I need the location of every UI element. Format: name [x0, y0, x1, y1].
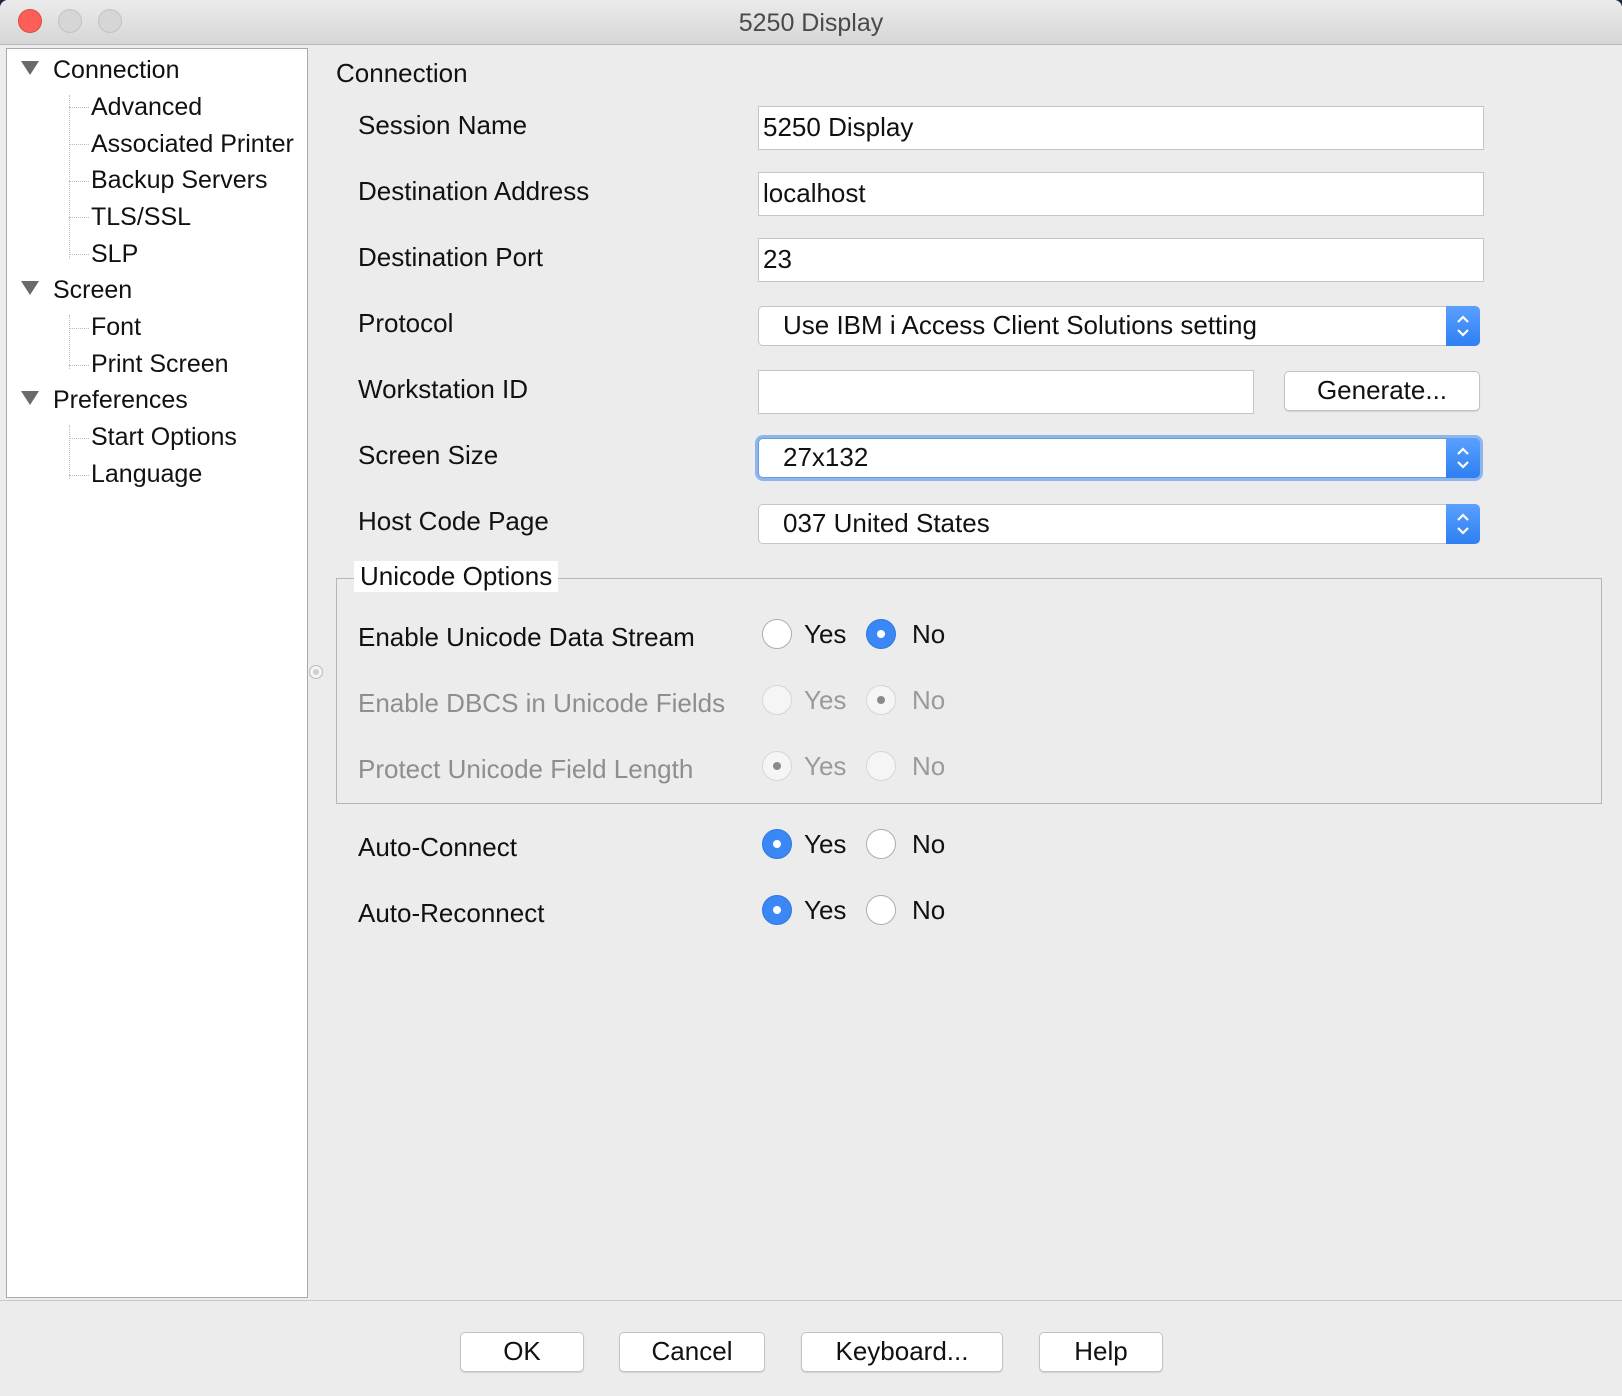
- expand-triangle-icon[interactable]: [21, 391, 39, 406]
- workstation-id-input[interactable]: [758, 370, 1254, 414]
- protect-length-yes-label: Yes: [804, 751, 847, 781]
- enable-dbcs-yes-label: Yes: [804, 685, 847, 715]
- tree-item-tls-ssl[interactable]: TLS/SSL: [91, 203, 191, 232]
- auto-connect-no-label[interactable]: No: [912, 829, 945, 860]
- updown-chevron-icon[interactable]: [1446, 438, 1480, 478]
- tree-node-screen[interactable]: Screen: [21, 276, 132, 305]
- tree-item-slp[interactable]: SLP: [91, 240, 138, 269]
- auto-reconnect-yes-radio[interactable]: [762, 895, 792, 925]
- tree-item-advanced[interactable]: Advanced: [91, 93, 202, 122]
- expand-triangle-icon[interactable]: [21, 281, 39, 296]
- enable-dbcs-no-label: No: [912, 685, 946, 715]
- auto-reconnect-no-radio[interactable]: [866, 895, 896, 925]
- generate-button[interactable]: Generate...: [1284, 371, 1480, 411]
- protocol-selected-value: Use IBM i Access Client Solutions settin…: [783, 310, 1257, 340]
- protect-length-no-label: No: [912, 751, 946, 781]
- tree-connector: [69, 95, 70, 259]
- tree-node-connection[interactable]: Connection: [21, 56, 179, 85]
- window-title: 5250 Display: [738, 9, 884, 37]
- destination-address-input[interactable]: localhost: [758, 172, 1484, 216]
- destination-port-label: Destination Port: [358, 242, 543, 272]
- tree-connector: [69, 254, 89, 255]
- ok-button[interactable]: OK: [460, 1332, 584, 1372]
- tree-item-font[interactable]: Font: [91, 313, 141, 342]
- tree-node-preferences[interactable]: Preferences: [21, 386, 188, 415]
- enable-unicode-label: Enable Unicode Data Stream: [358, 622, 695, 652]
- help-button[interactable]: Help: [1039, 1332, 1163, 1372]
- tree-connector: [69, 315, 70, 369]
- panel-title: Connection: [336, 58, 468, 88]
- keyboard-button[interactable]: Keyboard...: [801, 1332, 1003, 1372]
- cancel-button[interactable]: Cancel: [619, 1332, 765, 1372]
- tree-connector: [69, 475, 89, 476]
- protect-length-no-radio: [866, 751, 896, 781]
- protect-length-label: Protect Unicode Field Length: [358, 754, 694, 784]
- session-name-label: Session Name: [358, 110, 528, 140]
- enable-dbcs-label: Enable DBCS in Unicode Fields: [358, 688, 726, 718]
- enable-dbcs-no-radio: [866, 685, 896, 715]
- protocol-select[interactable]: Use IBM i Access Client Solutions settin…: [758, 306, 1480, 346]
- enable-dbcs-yes-radio: [762, 685, 792, 715]
- updown-chevron-icon[interactable]: [1446, 504, 1480, 544]
- tree-item-language[interactable]: Language: [91, 460, 202, 489]
- tree-connector: [69, 438, 89, 439]
- title-bar[interactable]: 5250 Display: [0, 0, 1622, 45]
- auto-reconnect-yes-label[interactable]: Yes: [804, 895, 846, 926]
- tree-connector: [69, 181, 89, 182]
- tree-connector: [69, 328, 89, 329]
- tree-connector: [69, 425, 70, 479]
- connection-panel: Connection Session Name 5250 Display Des…: [320, 48, 1622, 1298]
- destination-address-label: Destination Address: [358, 176, 590, 206]
- session-name-input[interactable]: 5250 Display: [758, 106, 1484, 150]
- destination-port-input[interactable]: 23: [758, 238, 1484, 282]
- expand-triangle-icon[interactable]: [21, 61, 39, 76]
- auto-connect-no-radio[interactable]: [866, 829, 896, 859]
- auto-reconnect-label: Auto-Reconnect: [358, 898, 545, 928]
- tree-item-backup-servers[interactable]: Backup Servers: [91, 166, 267, 195]
- auto-connect-label: Auto-Connect: [358, 832, 517, 862]
- enable-unicode-yes-radio[interactable]: [762, 619, 792, 649]
- protect-length-yes-radio: [762, 751, 792, 781]
- tree-connector: [69, 217, 89, 218]
- tree-item-print-screen[interactable]: Print Screen: [91, 350, 229, 379]
- host-code-page-selected-value: 037 United States: [783, 508, 990, 538]
- enable-unicode-no-radio[interactable]: [866, 619, 896, 649]
- updown-chevron-icon[interactable]: [1446, 306, 1480, 346]
- tree-connector: [69, 144, 89, 145]
- protocol-label: Protocol: [358, 308, 454, 338]
- footer-divider: [0, 1300, 1622, 1301]
- tree-connector: [69, 365, 89, 366]
- dialog-window: 5250 Display Connection Advanced Associa…: [0, 0, 1622, 1396]
- unicode-options-title: Unicode Options: [354, 561, 559, 592]
- auto-connect-yes-label[interactable]: Yes: [804, 829, 846, 860]
- tree-item-associated-printer[interactable]: Associated Printer: [91, 130, 294, 159]
- tree-connector: [69, 107, 89, 108]
- screen-size-label: Screen Size: [358, 440, 499, 470]
- auto-connect-yes-radio[interactable]: [762, 829, 792, 859]
- tree-item-start-options[interactable]: Start Options: [91, 423, 237, 452]
- screen-size-select[interactable]: 27x132: [758, 438, 1480, 478]
- settings-tree[interactable]: Connection Advanced Associated Printer B…: [6, 48, 308, 1298]
- host-code-page-select[interactable]: 037 United States: [758, 504, 1480, 544]
- screen-size-selected-value: 27x132: [783, 442, 869, 472]
- host-code-page-label: Host Code Page: [358, 506, 549, 536]
- auto-reconnect-no-label[interactable]: No: [912, 895, 945, 926]
- workstation-id-label: Workstation ID: [358, 374, 529, 404]
- enable-unicode-yes-label[interactable]: Yes: [804, 619, 846, 650]
- enable-unicode-no-label[interactable]: No: [912, 619, 945, 650]
